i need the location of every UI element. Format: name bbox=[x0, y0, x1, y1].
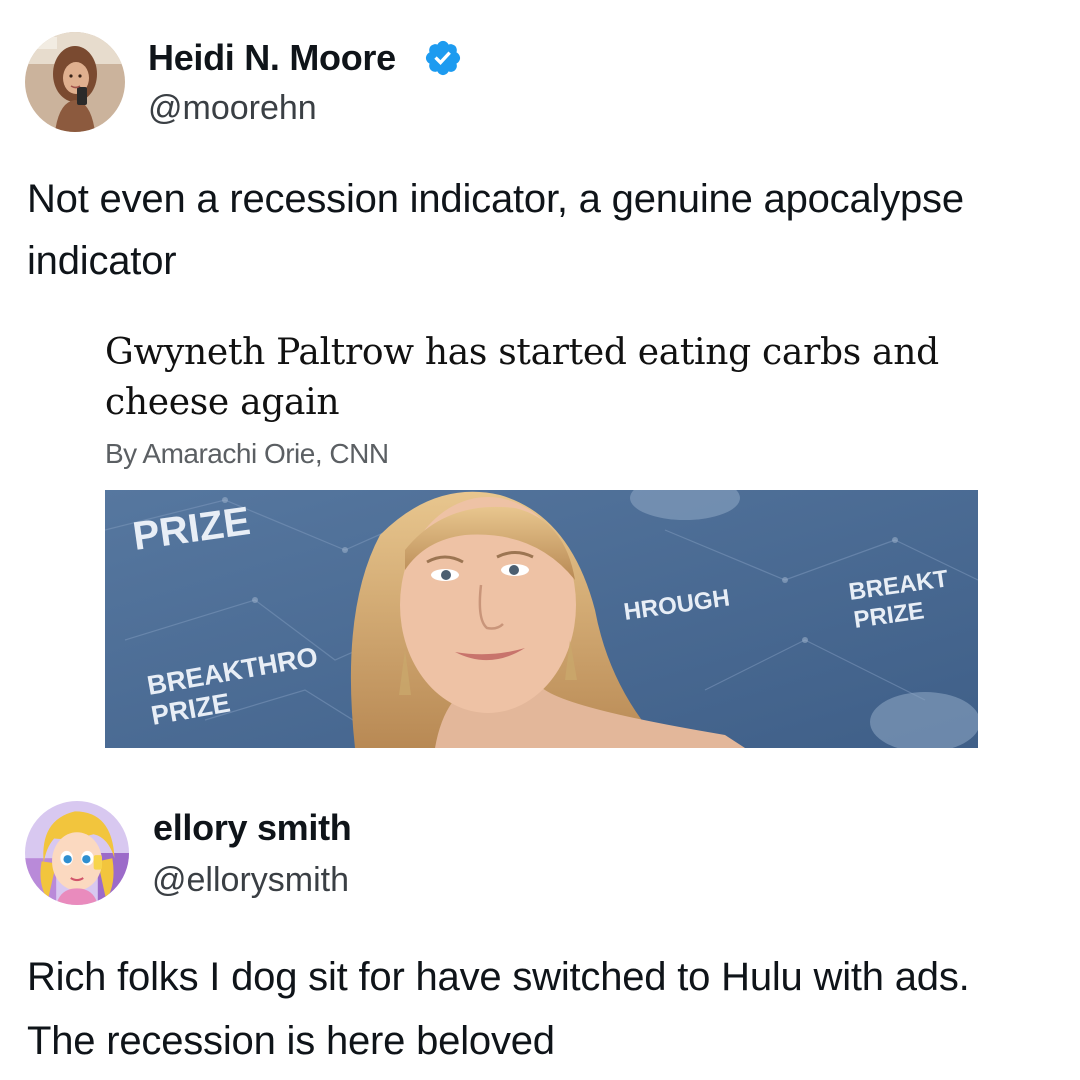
tweet-ellory-smith: ellory smith @ellorysmith Rich folks I d… bbox=[0, 790, 1080, 1080]
verified-badge-icon bbox=[425, 40, 461, 76]
avatar-cartoon-ellory bbox=[25, 801, 129, 905]
avatar-photo-heidi bbox=[25, 32, 125, 132]
author-handle[interactable]: @ellorysmith bbox=[152, 860, 349, 900]
author-name[interactable]: Heidi N. Moore bbox=[148, 38, 396, 78]
article-byline: By Amarachi Orie, CNN bbox=[105, 438, 389, 469]
author-name[interactable]: ellory smith bbox=[153, 808, 352, 848]
article-headline: Gwyneth Paltrow has started eating carbs… bbox=[105, 332, 939, 423]
avatar[interactable] bbox=[25, 801, 129, 905]
author-handle[interactable]: @moorehn bbox=[148, 88, 317, 128]
avatar[interactable] bbox=[25, 32, 125, 132]
tweet-text: Rich folks I dog sit for have switched t… bbox=[27, 955, 970, 1063]
tweet-text: Not even a recession indicator, a genuin… bbox=[27, 177, 964, 283]
article-photo: PRIZE BREAKTHRO PRIZE HROUGH BREAKT PRIZ… bbox=[105, 490, 978, 748]
tweet-heidi-moore: Heidi N. Moore @moorehn Not even a reces… bbox=[0, 0, 1080, 790]
